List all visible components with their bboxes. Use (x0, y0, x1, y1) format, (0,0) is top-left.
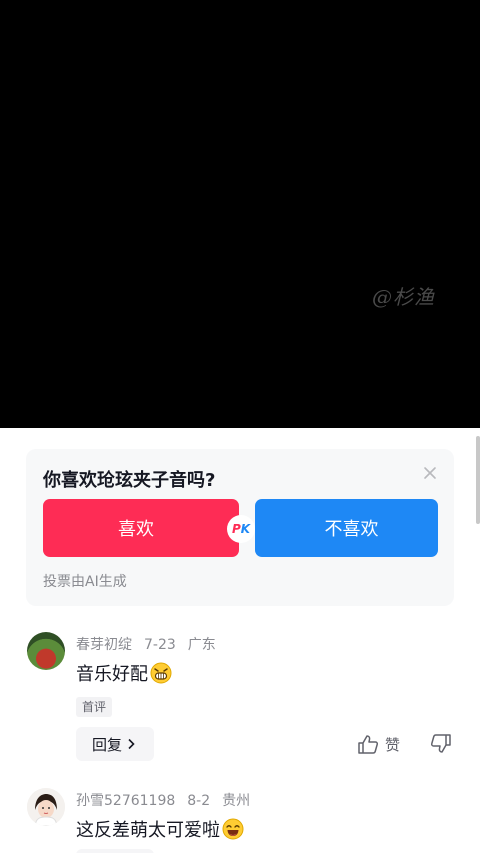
first-comment-badge: 首评 (76, 697, 113, 717)
comment-date: 7-23 (144, 637, 176, 653)
comment-text: 这反差萌太可爱啦 (76, 816, 244, 842)
comment-username[interactable]: 孙雪52761198 (76, 793, 175, 809)
grinning-emoji-icon (150, 662, 172, 684)
comment-meta: 孙雪52761198 8-2 贵州 (76, 790, 262, 810)
poll-question: 你喜欢玱玹夹子音吗? (43, 470, 216, 491)
vote-dislike-label: 不喜欢 (324, 519, 379, 540)
poll-card: 你喜欢玱玹夹子音吗? 喜欢 不喜欢 PK 投票由AI生成 (26, 449, 454, 606)
comment-text-content: 这反差萌太可爱啦 (76, 820, 220, 841)
reply-label: 回复 (92, 735, 123, 754)
vote-like-label: 喜欢 (118, 519, 154, 540)
comment-meta: 春芽初绽 7-23 广东 (76, 634, 228, 654)
video-player[interactable]: @杉渔 (0, 0, 480, 428)
video-watermark: @杉渔 (372, 285, 435, 309)
comment-username[interactable]: 春芽初绽 (76, 637, 132, 653)
vote-dislike-button[interactable]: 不喜欢 (255, 499, 438, 557)
reply-button[interactable]: 回复 (76, 727, 154, 761)
comment-text: 音乐好配 (76, 660, 172, 686)
avatar-photo (27, 788, 65, 826)
comment-location: 广东 (187, 637, 216, 653)
poll-note: 投票由AI生成 (43, 574, 127, 590)
close-icon[interactable] (422, 465, 438, 481)
comment-text-content: 音乐好配 (76, 664, 148, 685)
pk-p-letter: P (231, 522, 241, 536)
comment-location: 贵州 (222, 793, 251, 809)
vote-like-button[interactable]: 喜欢 (43, 499, 239, 557)
like-label: 赞 (385, 735, 401, 754)
laughing-emoji-icon (222, 818, 244, 840)
thumbs-down-icon[interactable] (430, 733, 452, 755)
pk-badge: PK (227, 515, 255, 543)
like-button[interactable]: 赞 (357, 733, 400, 755)
scrollbar[interactable] (476, 436, 480, 524)
chevron-right-icon (128, 738, 135, 750)
comment-date: 8-2 (187, 793, 211, 809)
pk-k-letter: K (240, 522, 251, 536)
reply-button-partial[interactable] (76, 849, 154, 853)
avatar[interactable] (27, 788, 65, 826)
avatar[interactable] (27, 632, 65, 670)
thumbs-up-icon (358, 735, 379, 754)
